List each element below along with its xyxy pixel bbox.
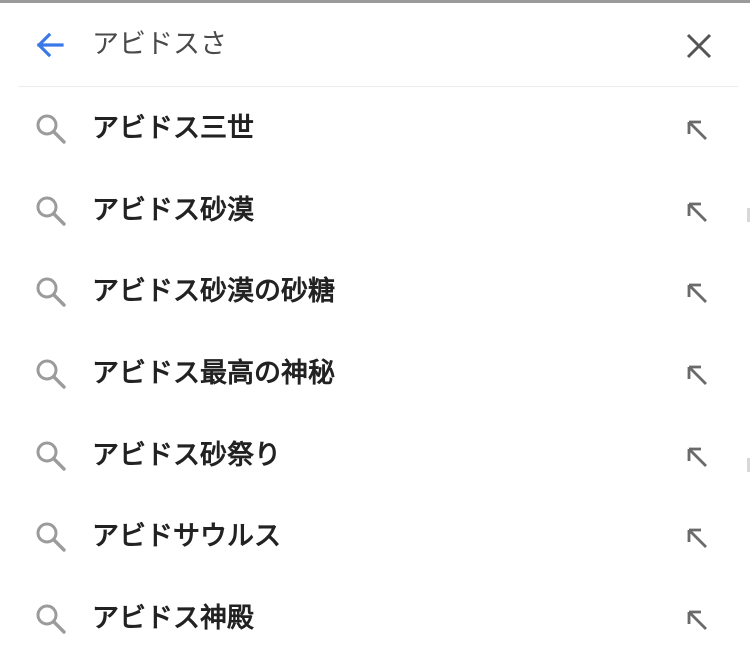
suggestion-item[interactable]: アビドス砂漠	[0, 170, 750, 252]
suggestion-item[interactable]: アビドス最高の神秘	[0, 333, 750, 415]
suggestion-item[interactable]: アビドサウルス	[0, 496, 750, 578]
search-icon	[34, 357, 68, 391]
search-bar	[18, 3, 738, 87]
search-icon	[34, 112, 68, 146]
search-input[interactable]	[92, 23, 652, 67]
search-icon	[34, 275, 68, 309]
suggestion-label: アビドス砂祭り	[92, 439, 281, 471]
suggestion-label: アビドス砂漠	[92, 194, 254, 226]
back-button[interactable]	[30, 25, 70, 65]
arrow-up-left-icon[interactable]	[682, 115, 712, 145]
suggestion-label: アビドス最高の神秘	[92, 358, 335, 390]
search-icon	[34, 194, 68, 228]
arrow-up-left-icon[interactable]	[682, 278, 712, 308]
suggestion-item[interactable]: アビドス砂祭り	[0, 415, 750, 497]
suggestion-item[interactable]: アビドス三世	[0, 88, 750, 170]
search-icon	[34, 439, 68, 473]
arrow-up-left-icon[interactable]	[682, 442, 712, 472]
suggestion-list: アビドス三世 アビドス砂漠 アビドス砂漠の砂糖 アビドス最高の神秘 アビドス砂祭…	[0, 88, 750, 660]
arrow-up-left-icon[interactable]	[682, 197, 712, 227]
close-icon	[686, 33, 712, 59]
arrow-left-icon	[36, 32, 64, 58]
arrow-up-left-icon[interactable]	[682, 360, 712, 390]
search-icon	[34, 520, 68, 554]
suggestion-item[interactable]: アビドス砂漠の砂糖	[0, 251, 750, 333]
suggestion-item[interactable]: アビドス神殿	[0, 578, 750, 660]
arrow-up-left-icon[interactable]	[682, 523, 712, 553]
arrow-up-left-icon[interactable]	[682, 605, 712, 635]
suggestion-label: アビドス神殿	[92, 603, 254, 635]
search-screen: アビドス三世 アビドス砂漠 アビドス砂漠の砂糖	[0, 0, 750, 661]
suggestion-label: アビドサウルス	[92, 521, 281, 553]
suggestion-label: アビドス三世	[92, 113, 254, 144]
search-icon	[34, 602, 68, 636]
suggestion-label: アビドス砂漠の砂糖	[92, 276, 335, 308]
clear-button[interactable]	[680, 27, 718, 65]
